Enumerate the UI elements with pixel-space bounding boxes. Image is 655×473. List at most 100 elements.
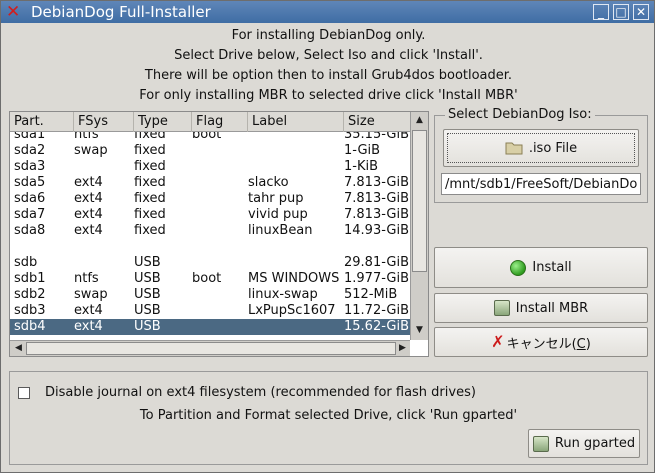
cell-type: fixed	[134, 223, 166, 238]
minimize-button[interactable]: _	[593, 4, 609, 20]
cell-part: sda6	[14, 191, 46, 206]
table-row[interactable]: sdb4 ext4 USB 15.62-GiB	[10, 319, 410, 335]
cell-size: 1-KiB	[344, 159, 379, 174]
cell-type: fixed	[134, 159, 166, 174]
cell-label	[248, 319, 342, 335]
partition-list-body: sda1 ntfs fixed boot 35.15-GiB sda2 swap fixed 1…	[10, 132, 410, 340]
table-row[interactable]: sdb1 ntfs USB boot MS WINDOWS 1.977-GiB	[10, 271, 410, 287]
vertical-scroll-thumb[interactable]	[412, 130, 427, 272]
table-row[interactable]: sda3 fixed 1-KiB	[10, 159, 410, 175]
cancel-button-label: キャンセル(C)	[506, 336, 591, 352]
partition-list[interactable]: Part. FSys Type Flag Label Size sda1 ntfs…	[9, 111, 429, 357]
table-row[interactable]: sda2 swap fixed 1-GiB	[10, 143, 410, 159]
table-row[interactable]: sdb3 ext4 USB LxPupSc1607 11.72-GiB	[10, 303, 410, 319]
col-header-fsys[interactable]: FSys	[74, 112, 134, 132]
cell-fsys: swap	[74, 287, 108, 302]
cell-size: 1.977-GiB	[344, 271, 409, 286]
intro-line-1: For installing DebianDog only.	[231, 28, 426, 43]
cell-part: sdb	[14, 255, 38, 270]
cell-label: tahr pup	[248, 191, 304, 206]
partition-list-header: Part. FSys Type Flag Label Size	[10, 112, 410, 132]
table-row[interactable]: sda5 ext4 fixed slacko 7.813-GiB	[10, 175, 410, 191]
gparted-message: To Partition and Format selected Drive, …	[139, 408, 518, 423]
cell-label	[248, 255, 342, 271]
cell-part: sdb1	[14, 271, 46, 286]
vertical-scrollbar[interactable]: ▲ ▼	[410, 112, 428, 340]
table-row[interactable]: sdb2 swap USB linux-swap 512-MiB	[10, 287, 410, 303]
cell-type: fixed	[134, 207, 166, 222]
cell-fsys: ntfs	[74, 271, 99, 286]
cell-part: sda7	[14, 207, 46, 222]
horizontal-scrollbar[interactable]: ◀ ▶	[10, 340, 410, 356]
cell-flag	[192, 143, 246, 159]
iso-file-button[interactable]: .iso File	[443, 129, 639, 167]
cell-part: sdb3	[14, 303, 46, 318]
cell-label: slacko	[248, 175, 289, 190]
cell-fsys	[74, 159, 132, 175]
run-gparted-button-label: Run gparted	[554, 436, 636, 451]
cell-fsys: ext4	[74, 223, 103, 238]
cell-part	[14, 239, 72, 255]
table-row[interactable]	[10, 239, 410, 255]
cell-size: 29.81-GiB	[344, 255, 409, 270]
col-header-size[interactable]: Size	[344, 112, 410, 132]
app-x-icon: ✕	[6, 2, 21, 22]
folder-icon	[505, 141, 523, 155]
installer-window: ✕ DebianDog Full-Installer _ □ ✕ For ins…	[0, 0, 655, 473]
col-header-part[interactable]: Part.	[10, 112, 74, 132]
table-row[interactable]: sda1 ntfs fixed boot 35.15-GiB	[10, 132, 410, 143]
disable-journal-checkbox[interactable]	[18, 387, 30, 399]
cell-part: sdb2	[14, 287, 46, 302]
maximize-button[interactable]: □	[613, 4, 629, 20]
cell-flag	[192, 159, 246, 175]
cell-size	[344, 239, 410, 255]
install-mbr-button[interactable]: Install MBR	[434, 293, 648, 323]
cell-label	[248, 159, 342, 175]
cell-size: 7.813-GiB	[344, 175, 409, 190]
horizontal-scroll-thumb[interactable]	[26, 342, 396, 355]
scroll-up-arrow-icon[interactable]: ▲	[413, 114, 426, 127]
cell-type: USB	[134, 271, 161, 286]
close-button[interactable]: ✕	[633, 4, 649, 20]
cancel-button[interactable]: ✗ キャンセル(C)	[434, 327, 648, 357]
cell-flag	[192, 207, 246, 223]
cell-flag	[192, 287, 246, 303]
cell-fsys: ext4	[74, 303, 103, 318]
cell-flag: boot	[192, 132, 222, 142]
col-header-type[interactable]: Type	[134, 112, 192, 132]
window-title: DebianDog Full-Installer	[31, 3, 211, 21]
cell-type: fixed	[134, 143, 166, 158]
cell-flag	[192, 191, 246, 207]
cell-label	[248, 239, 342, 255]
cell-size: 512-MiB	[344, 287, 398, 302]
cell-fsys: ntfs	[74, 132, 99, 142]
cell-flag	[192, 175, 246, 191]
cell-size: 11.72-GiB	[344, 303, 409, 318]
scroll-left-arrow-icon[interactable]: ◀	[12, 342, 25, 355]
scroll-down-arrow-icon[interactable]: ▼	[413, 324, 426, 337]
cancel-x-icon: ✗	[491, 332, 505, 351]
table-row[interactable]: sda7 ext4 fixed vivid pup 7.813-GiB	[10, 207, 410, 223]
title-bar[interactable]: ✕ DebianDog Full-Installer _ □ ✕	[1, 1, 654, 23]
cell-part: sda8	[14, 223, 46, 238]
disable-journal-label[interactable]: Disable journal on ext4 filesystem (reco…	[45, 385, 476, 401]
iso-path-field[interactable]	[441, 173, 641, 195]
cell-fsys	[74, 255, 132, 271]
cell-type: USB	[134, 303, 161, 318]
run-gparted-button[interactable]: Run gparted	[528, 429, 640, 458]
cell-part: sda2	[14, 143, 46, 158]
install-button[interactable]: Install	[434, 247, 648, 288]
scroll-right-arrow-icon[interactable]: ▶	[396, 342, 409, 355]
cell-flag	[192, 239, 246, 255]
table-row[interactable]: sda8 ext4 fixed linuxBean 14.93-GiB	[10, 223, 410, 239]
col-header-label[interactable]: Label	[248, 112, 344, 132]
table-row[interactable]: sda6 ext4 fixed tahr pup 7.813-GiB	[10, 191, 410, 207]
cell-type: fixed	[134, 132, 166, 142]
cell-type: fixed	[134, 191, 166, 206]
green-light-icon	[510, 259, 527, 276]
col-header-flag[interactable]: Flag	[192, 112, 248, 132]
cell-size: 35.15-GiB	[344, 132, 409, 142]
cell-fsys: ext4	[74, 175, 103, 190]
cell-flag	[192, 255, 246, 271]
table-row[interactable]: sdb USB 29.81-GiB	[10, 255, 410, 271]
